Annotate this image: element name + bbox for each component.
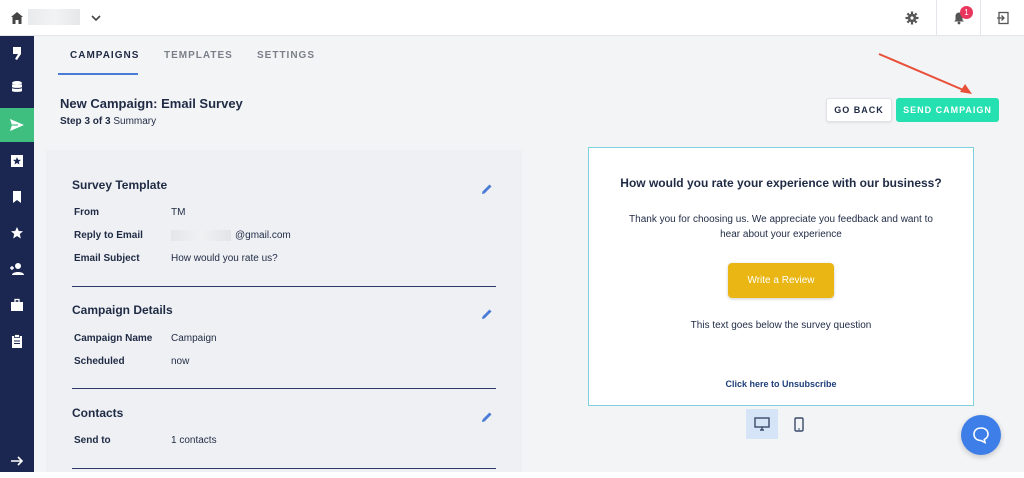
chevron-down-icon[interactable] <box>90 12 102 24</box>
pencil-icon[interactable] <box>480 182 494 196</box>
sidebar-item-logo[interactable] <box>0 36 34 70</box>
active-tab-indicator <box>58 73 138 75</box>
preview-below-text: This text goes below the survey question <box>690 320 872 331</box>
chat-bubble-icon <box>973 427 989 444</box>
star-icon <box>11 227 23 239</box>
account-name-blurred[interactable] <box>28 9 80 25</box>
logo-icon <box>13 47 21 60</box>
from-value: TM <box>171 207 186 218</box>
pencil-icon[interactable] <box>480 307 494 321</box>
write-review-button[interactable]: Write a Review <box>728 263 834 298</box>
email-subject-label: Email Subject <box>74 253 140 264</box>
notification-badge: 1 <box>960 6 973 19</box>
chat-support-button[interactable] <box>961 415 1001 455</box>
sidebar-expand[interactable] <box>0 444 34 478</box>
sidebar-item-favorites[interactable] <box>0 216 34 250</box>
survey-template-title: Survey Template <box>72 178 168 192</box>
unsubscribe-link[interactable]: Click here to Unsubscribe <box>589 379 973 389</box>
tab-campaigns[interactable]: CAMPAIGNS <box>70 50 139 61</box>
tab-templates[interactable]: TEMPLATES <box>164 50 233 61</box>
campaign-name-label: Campaign Name <box>74 333 153 344</box>
send-campaign-button[interactable]: SEND CAMPAIGN <box>896 98 999 122</box>
email-subject-value: How would you rate us? <box>171 253 278 264</box>
summary-panel: Survey Template From TM Reply to Email @… <box>46 150 522 472</box>
star-box-icon <box>11 155 23 167</box>
add-user-icon <box>10 263 24 275</box>
sidebar-item-reviews[interactable] <box>0 144 34 178</box>
email-domain: @gmail.com <box>235 230 291 242</box>
section-divider <box>72 468 496 469</box>
step-label: Summary <box>110 116 157 127</box>
pencil-icon[interactable] <box>480 410 494 424</box>
preview-question: How would you rate your experience with … <box>620 176 942 190</box>
top-bar: 1 <box>0 0 1024 36</box>
logout-icon <box>996 11 1009 25</box>
main-content: CAMPAIGNS TEMPLATES SETTINGS New Campaig… <box>34 36 1024 472</box>
step-indicator: Step 3 of 3 Summary <box>60 116 156 127</box>
send-to-value: 1 contacts <box>171 435 217 446</box>
sidebar <box>0 36 34 472</box>
annotation-arrow-icon <box>878 53 972 94</box>
sidebar-item-add-user[interactable] <box>0 252 34 286</box>
go-back-button[interactable]: GO BACK <box>826 98 892 122</box>
reply-email-value: @gmail.com <box>171 230 291 241</box>
sidebar-item-briefcase[interactable] <box>0 288 34 322</box>
briefcase-icon <box>11 298 23 311</box>
scheduled-value: now <box>171 356 190 367</box>
sidebar-item-database[interactable] <box>0 70 34 104</box>
monitor-icon <box>754 417 770 431</box>
email-preview: How would you rate your experience with … <box>588 147 974 406</box>
section-divider <box>72 388 496 389</box>
tab-settings[interactable]: SETTINGS <box>257 50 315 61</box>
campaign-name-value: Campaign <box>171 333 217 344</box>
preview-thanks-text: Thank you for choosing us. We appreciate… <box>629 214 933 240</box>
bookmark-icon <box>13 191 21 203</box>
step-number: Step 3 of 3 <box>60 116 111 127</box>
contacts-title: Contacts <box>72 406 124 420</box>
database-icon <box>12 81 22 92</box>
mobile-preview-button[interactable] <box>784 409 814 439</box>
send-to-label: Send to <box>74 435 111 446</box>
notifications-button[interactable]: 1 <box>936 0 980 36</box>
section-divider <box>72 286 496 287</box>
phone-icon <box>794 416 804 432</box>
clipboard-icon <box>12 334 22 348</box>
sidebar-item-campaigns[interactable] <box>0 108 34 142</box>
sidebar-item-bookmarks[interactable] <box>0 180 34 214</box>
home-icon[interactable] <box>10 11 24 25</box>
gear-icon <box>905 11 919 25</box>
page-title: New Campaign: Email Survey <box>60 96 243 111</box>
desktop-preview-button[interactable] <box>746 409 778 439</box>
send-icon <box>10 119 24 131</box>
campaign-details-title: Campaign Details <box>72 303 173 317</box>
logout-button[interactable] <box>980 0 1024 36</box>
scheduled-label: Scheduled <box>74 356 125 367</box>
from-label: From <box>74 207 99 218</box>
arrow-right-icon <box>11 456 24 466</box>
reply-email-label: Reply to Email <box>74 230 143 241</box>
settings-button[interactable] <box>890 0 934 36</box>
sidebar-item-clipboard[interactable] <box>0 324 34 358</box>
email-blurred <box>171 230 231 241</box>
